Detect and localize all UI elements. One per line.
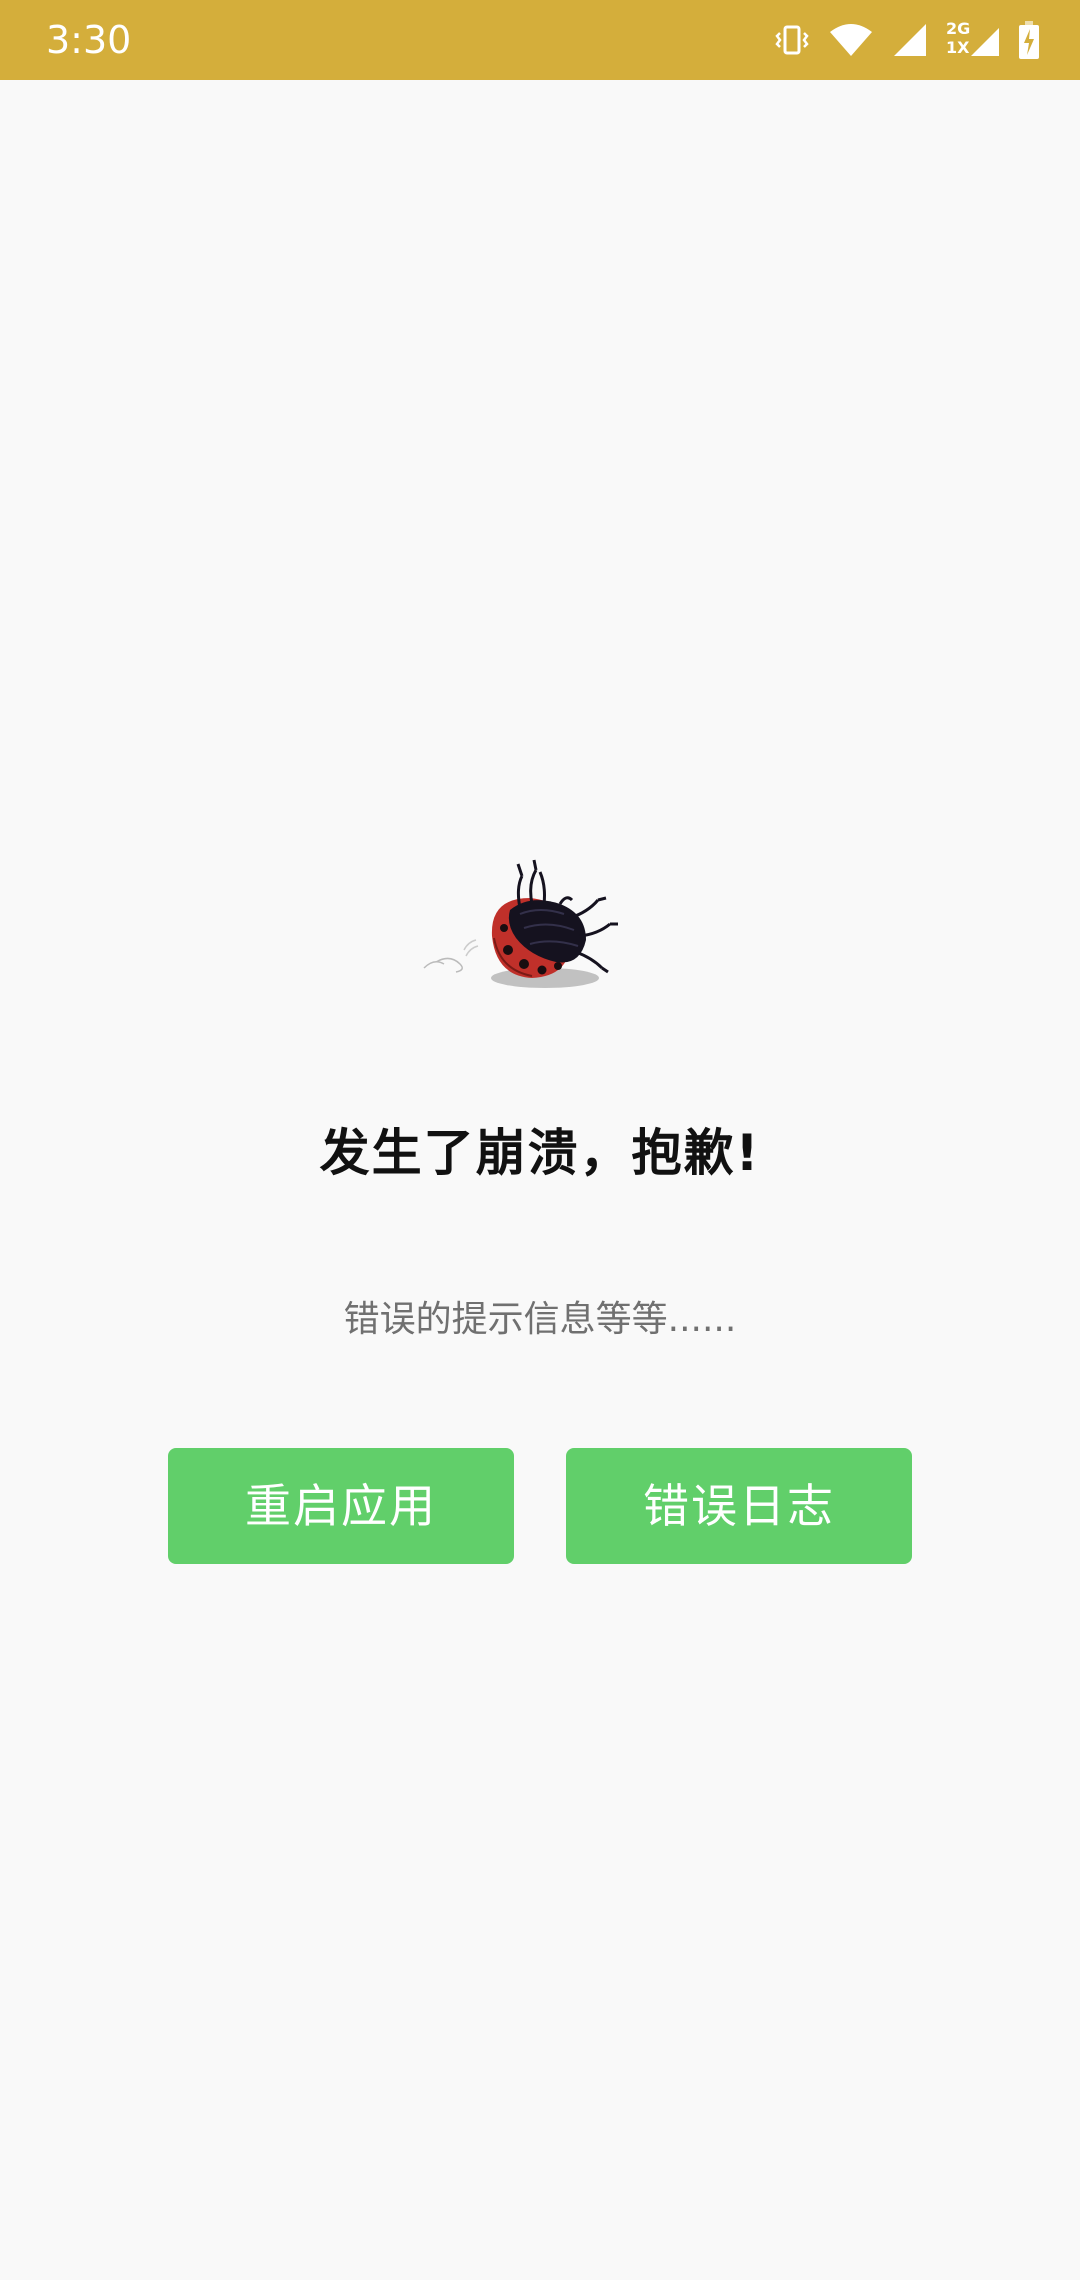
status-bar: 3:30 2G 1X [0,0,1080,80]
signal-2g-icon: 2G 1X [946,20,1000,60]
network-type-top: 2G [946,19,971,38]
signal-icon [892,22,928,58]
crash-title: 发生了崩溃，抱歉! [319,1124,761,1182]
restart-app-button[interactable]: 重启应用 [168,1448,514,1564]
wifi-icon [828,22,874,58]
vibrate-icon [774,22,810,58]
battery-charging-icon [1018,20,1040,60]
network-type-bottom: 1X [946,38,970,57]
error-log-button[interactable]: 错误日志 [566,1448,912,1564]
status-icons: 2G 1X [774,18,1040,62]
ladybug-illustration [420,858,640,998]
crash-message: 错误的提示信息等等...... [343,1299,737,1340]
status-time: 3:30 [46,18,132,62]
crash-screen: 3:30 2G 1X 发生了崩溃，抱歉! 错误的提示信息等等...... 重启应… [0,0,1080,2280]
